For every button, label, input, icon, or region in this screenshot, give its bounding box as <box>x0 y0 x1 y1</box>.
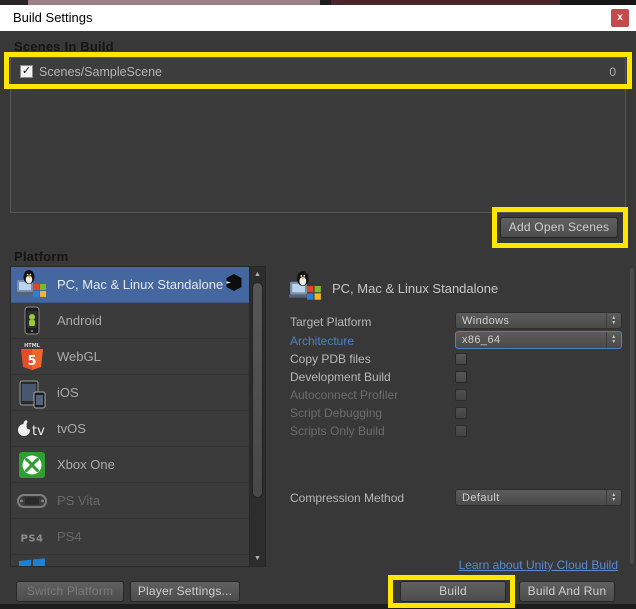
compression-method-label: Compression Method <box>290 491 405 505</box>
platform-row-ps4[interactable]: PS4 PS4 <box>11 519 249 555</box>
unity-cloud-build-link[interactable]: Learn about Unity Cloud Build <box>459 558 618 572</box>
script-debugging-label: Script Debugging <box>290 406 383 420</box>
platform-label: PS4 <box>57 529 82 544</box>
player-settings-button[interactable]: Player Settings... <box>130 581 240 602</box>
ios-icon <box>16 377 48 409</box>
development-build-checkbox[interactable] <box>455 371 467 383</box>
architecture-value: x86_64 <box>462 334 501 346</box>
selected-platform-icon <box>289 270 323 304</box>
platform-row-xbox-one[interactable]: Xbox One <box>11 447 249 483</box>
tvos-icon: tv <box>16 413 48 445</box>
webgl-html5-icon: HTML 5 <box>16 341 48 373</box>
scroll-up-icon[interactable]: ▲ <box>250 268 265 281</box>
dropdown-arrows-icon <box>606 490 621 505</box>
copy-pdb-label: Copy PDB files <box>290 352 371 366</box>
xbox-icon <box>16 449 48 481</box>
dropdown-arrows-icon <box>606 332 621 348</box>
add-open-scenes-button[interactable]: Add Open Scenes <box>500 217 618 238</box>
details-scrollbar[interactable] <box>630 268 634 564</box>
close-icon[interactable]: x <box>611 9 629 27</box>
target-platform-value: Windows <box>462 314 510 327</box>
copy-pdb-checkbox[interactable] <box>455 353 467 365</box>
scene-build-index: 0 <box>609 64 616 79</box>
scenes-in-build-header: Scenes In Build <box>14 39 114 54</box>
development-build-label: Development Build <box>290 370 391 384</box>
dialog-titlebar: Build Settings <box>0 5 636 31</box>
architecture-label: Architecture <box>290 334 355 348</box>
build-button[interactable]: Build <box>400 581 506 602</box>
ps4-icon: PS4 <box>16 521 48 553</box>
platform-row-tvos[interactable]: tv tvOS <box>11 411 249 447</box>
scenes-list[interactable]: ✓ Scenes/SampleScene 0 <box>10 57 626 213</box>
platform-label: WebGL <box>57 349 101 364</box>
target-platform-label: Target Platform <box>290 315 372 329</box>
selected-platform-title: PC, Mac & Linux Standalone <box>332 281 499 296</box>
scripts-only-build-label: Scripts Only Build <box>290 424 385 438</box>
window-bottom-edge <box>0 604 636 609</box>
platform-label: Android <box>57 313 102 328</box>
platform-row-ios[interactable]: iOS <box>11 375 249 411</box>
scene-name: Scenes/SampleScene <box>39 64 162 79</box>
platform-label: tvOS <box>57 421 86 436</box>
uwp-windows-icon <box>16 557 48 566</box>
svg-text:HTML: HTML <box>24 343 41 349</box>
svg-text:tv: tv <box>32 424 45 439</box>
platform-label: PC, Mac & Linux Standalone <box>57 277 224 292</box>
platform-header: Platform <box>14 249 69 264</box>
platform-scrollbar[interactable]: ▲ ▼ <box>249 267 265 566</box>
autoconnect-profiler-checkbox[interactable] <box>455 389 467 401</box>
compression-method-value: Default <box>462 491 500 504</box>
unity-cube-icon <box>224 273 243 297</box>
platform-label: PS Vita <box>57 493 101 508</box>
scripts-only-build-checkbox[interactable] <box>455 425 467 437</box>
platform-list: PC, Mac & Linux Standalone Android HTML … <box>10 266 266 567</box>
platform-row-android[interactable]: Android <box>11 303 249 339</box>
scroll-down-icon[interactable]: ▼ <box>250 552 265 565</box>
svg-text:PS4: PS4 <box>21 533 44 544</box>
platform-row-ps-vita[interactable]: PS Vita <box>11 483 249 519</box>
dropdown-arrows-icon <box>606 313 621 328</box>
platform-row-partial[interactable] <box>11 555 249 566</box>
scene-checkbox[interactable]: ✓ <box>20 65 33 78</box>
compression-method-dropdown[interactable]: Default <box>455 489 622 506</box>
script-debugging-checkbox[interactable] <box>455 407 467 419</box>
architecture-dropdown[interactable]: x86_64 <box>455 331 622 349</box>
target-platform-dropdown[interactable]: Windows <box>455 312 622 329</box>
svg-text:5: 5 <box>27 354 36 369</box>
android-icon <box>16 305 48 337</box>
switch-platform-button[interactable]: Switch Platform <box>16 581 124 602</box>
ps-vita-icon <box>16 485 48 517</box>
dialog-title: Build Settings <box>13 10 93 25</box>
platform-row-standalone[interactable]: PC, Mac & Linux Standalone <box>11 267 249 303</box>
scene-row[interactable]: ✓ Scenes/SampleScene 0 <box>11 58 625 85</box>
scrollbar-thumb[interactable] <box>252 282 263 498</box>
platform-rows: PC, Mac & Linux Standalone Android HTML … <box>11 267 249 566</box>
autoconnect-profiler-label: Autoconnect Profiler <box>290 388 399 402</box>
build-and-run-button[interactable]: Build And Run <box>519 581 615 602</box>
platform-label: Xbox One <box>57 457 115 472</box>
standalone-icon <box>16 269 48 301</box>
platform-row-webgl[interactable]: HTML 5 WebGL <box>11 339 249 375</box>
platform-label: iOS <box>57 385 79 400</box>
